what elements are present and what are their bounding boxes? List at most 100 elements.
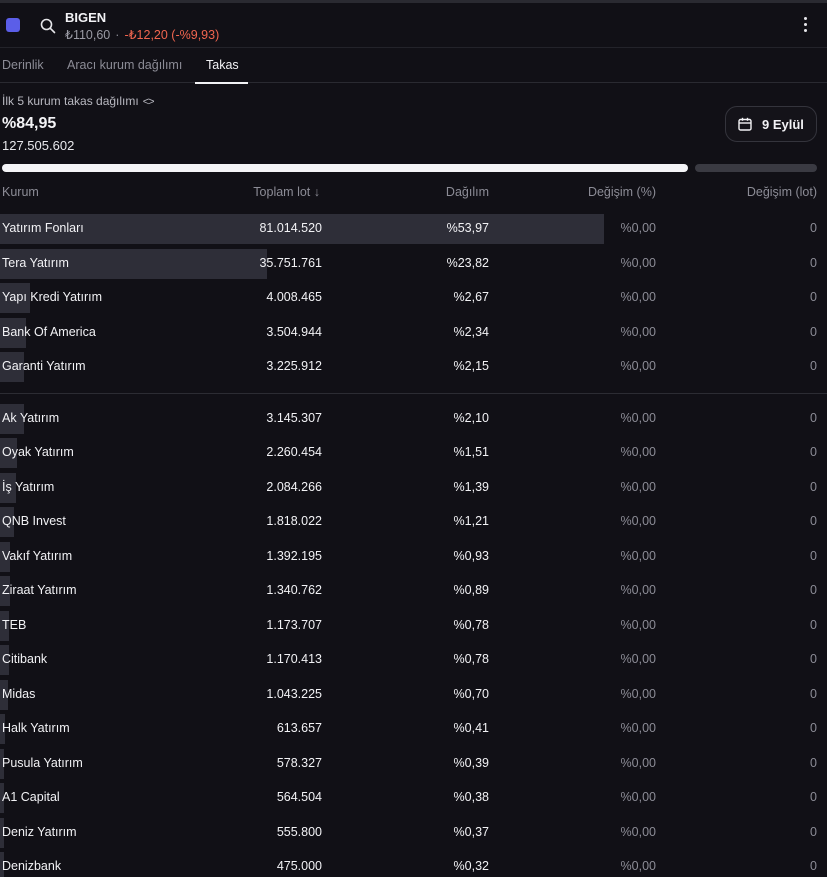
column-header-toplam-lot[interactable]: Toplam lot ↓ [253, 185, 320, 199]
total-lot: 81.014.520 [259, 221, 322, 235]
change-lot: 0 [810, 290, 817, 304]
change-pct: %0,00 [620, 410, 656, 425]
broker-name: Yatırım Fonları [2, 221, 84, 235]
change-pct: %0,00 [620, 824, 656, 839]
table-row[interactable]: Yatırım Fonları 81.014.520 %53,97 %0,00 0 [0, 212, 827, 246]
column-header-degisim-lot[interactable]: Değişim (lot) [747, 185, 817, 199]
table-row[interactable]: A1 Capital 564.504 %0,38 %0,00 0 [0, 781, 827, 815]
change-pct: %0,00 [620, 721, 656, 735]
change-lot: 0 [810, 617, 817, 632]
change-lot: 0 [810, 410, 817, 425]
distribution-pct: %0,41 [453, 721, 489, 735]
broker-name: Ak Yatırım [2, 410, 60, 425]
table-row[interactable]: Midas 1.043.225 %0,70 %0,00 0 [0, 678, 827, 712]
distribution-pct: %23,82 [446, 255, 489, 270]
distribution-pct: %0,32 [453, 859, 489, 873]
total-lot: 1.043.225 [266, 686, 322, 701]
table-row[interactable]: Garanti Yatırım 3.225.912 %2,15 %0,00 0 [0, 350, 827, 384]
column-header-degisim-pct[interactable]: Değişim (%) [588, 185, 656, 199]
broker-name: Ziraat Yatırım [2, 583, 77, 597]
code-icon[interactable]: <> [143, 96, 155, 108]
total-lot: 2.260.454 [266, 445, 322, 459]
last-price: ₺110,60 [65, 28, 111, 42]
table-row[interactable]: Ak Yatırım 3.145.307 %2,10 %0,00 0 [0, 402, 827, 436]
change-pct: %0,00 [620, 686, 656, 701]
broker-name: Oyak Yatırım [2, 445, 74, 459]
column-header-kurum[interactable]: Kurum [2, 185, 39, 199]
change-lot: 0 [810, 583, 817, 597]
date-picker-button[interactable]: 9 Eylül [725, 106, 817, 142]
total-lot: 3.225.912 [266, 359, 322, 373]
change-pct: %0,00 [620, 479, 656, 494]
change-lot: 0 [810, 755, 817, 770]
stock-header: BIGEN ₺110,60 · -₺12,20 (-%9,93) [0, 3, 827, 47]
top5-progress-fill [2, 164, 688, 172]
change-pct: %0,00 [620, 255, 656, 270]
distribution-pct: %0,93 [453, 548, 489, 563]
table-row[interactable]: Ziraat Yatırım 1.340.762 %0,89 %0,00 0 [0, 574, 827, 608]
tab-araci-kurum-dagilimi[interactable]: Aracı kurum dağılımı [67, 58, 182, 72]
broker-name: Garanti Yatırım [2, 359, 86, 373]
change-lot: 0 [810, 824, 817, 839]
table-row[interactable]: Oyak Yatırım 2.260.454 %1,51 %0,00 0 [0, 436, 827, 470]
table-row[interactable]: Tera Yatırım 35.751.761 %23,82 %0,00 0 [0, 247, 827, 281]
table-row[interactable]: Halk Yatırım 613.657 %0,41 %0,00 0 [0, 712, 827, 746]
table-row[interactable]: Citibank 1.170.413 %0,78 %0,00 0 [0, 643, 827, 677]
more-vertical-icon[interactable] [800, 17, 810, 35]
table-row[interactable]: İş Yatırım 2.084.266 %1,39 %0,00 0 [0, 471, 827, 505]
total-lot: 1.173.707 [266, 617, 322, 632]
total-lot: 564.504 [276, 790, 322, 804]
table-row[interactable]: Bank Of America 3.504.944 %2,34 %0,00 0 [0, 316, 827, 350]
table-row[interactable]: Vakıf Yatırım 1.392.195 %0,93 %0,00 0 [0, 540, 827, 574]
top5-percent: %84,95 [2, 115, 57, 132]
broker-name: Bank Of America [2, 324, 96, 339]
change-pct: %0,00 [620, 859, 656, 873]
change-lot: 0 [810, 359, 817, 373]
distribution-pct: %0,37 [453, 824, 489, 839]
distribution-pct: %0,70 [453, 686, 489, 701]
total-lot: 2.084.266 [266, 479, 322, 494]
calendar-icon [738, 117, 752, 131]
change-pct: %0,00 [620, 790, 656, 804]
distribution-pct: %0,39 [453, 755, 489, 770]
total-lot: 3.504.944 [266, 324, 322, 339]
change-pct: %0,00 [620, 514, 656, 528]
change-pct: %0,00 [620, 290, 656, 304]
total-lot: 1.340.762 [266, 583, 322, 597]
change-pct: %0,00 [620, 583, 656, 597]
search-icon[interactable] [40, 18, 56, 34]
total-lot: 555.800 [276, 824, 322, 839]
top5-divider [0, 393, 827, 394]
tab-takas[interactable]: Takas [206, 58, 239, 72]
total-lot: 613.657 [276, 721, 322, 735]
total-lot: 1.170.413 [266, 652, 322, 666]
change-lot: 0 [810, 514, 817, 528]
table-row[interactable]: QNB Invest 1.818.022 %1,21 %0,00 0 [0, 505, 827, 539]
table-row[interactable]: Pusula Yatırım 578.327 %0,39 %0,00 0 [0, 747, 827, 781]
change-lot: 0 [810, 652, 817, 666]
tab-derinlik[interactable]: Derinlik [2, 58, 44, 72]
total-lot: 475.000 [276, 859, 322, 873]
price-change: -₺12,20 (-%9,93) [124, 28, 220, 42]
column-header-dagilim[interactable]: Dağılım [446, 185, 489, 199]
square-icon[interactable] [6, 18, 20, 32]
table-row[interactable]: TEB 1.173.707 %0,78 %0,00 0 [0, 609, 827, 643]
ticker-symbol: BIGEN [65, 10, 107, 25]
table-row[interactable]: Yapı Kredi Yatırım 4.008.465 %2,67 %0,00 0 [0, 281, 827, 315]
broker-name: İş Yatırım [2, 479, 55, 494]
table-row[interactable]: Denizbank 475.000 %0,32 %0,00 0 [0, 850, 827, 877]
broker-name: TEB [2, 617, 27, 632]
active-tab-indicator [195, 82, 248, 84]
change-pct: %0,00 [620, 755, 656, 770]
total-lot: 3.145.307 [266, 410, 322, 425]
change-lot: 0 [810, 790, 817, 804]
table-row[interactable]: Deniz Yatırım 555.800 %0,37 %0,00 0 [0, 816, 827, 850]
change-pct: %0,00 [620, 221, 656, 235]
broker-name: Pusula Yatırım [2, 755, 83, 770]
broker-name: Citibank [2, 652, 48, 666]
change-lot: 0 [810, 479, 817, 494]
distribution-pct: %0,89 [453, 583, 489, 597]
distribution-pct: %53,97 [446, 221, 489, 235]
change-lot: 0 [810, 859, 817, 873]
section-title-text: İlk 5 kurum takas dağılımı [2, 94, 139, 108]
